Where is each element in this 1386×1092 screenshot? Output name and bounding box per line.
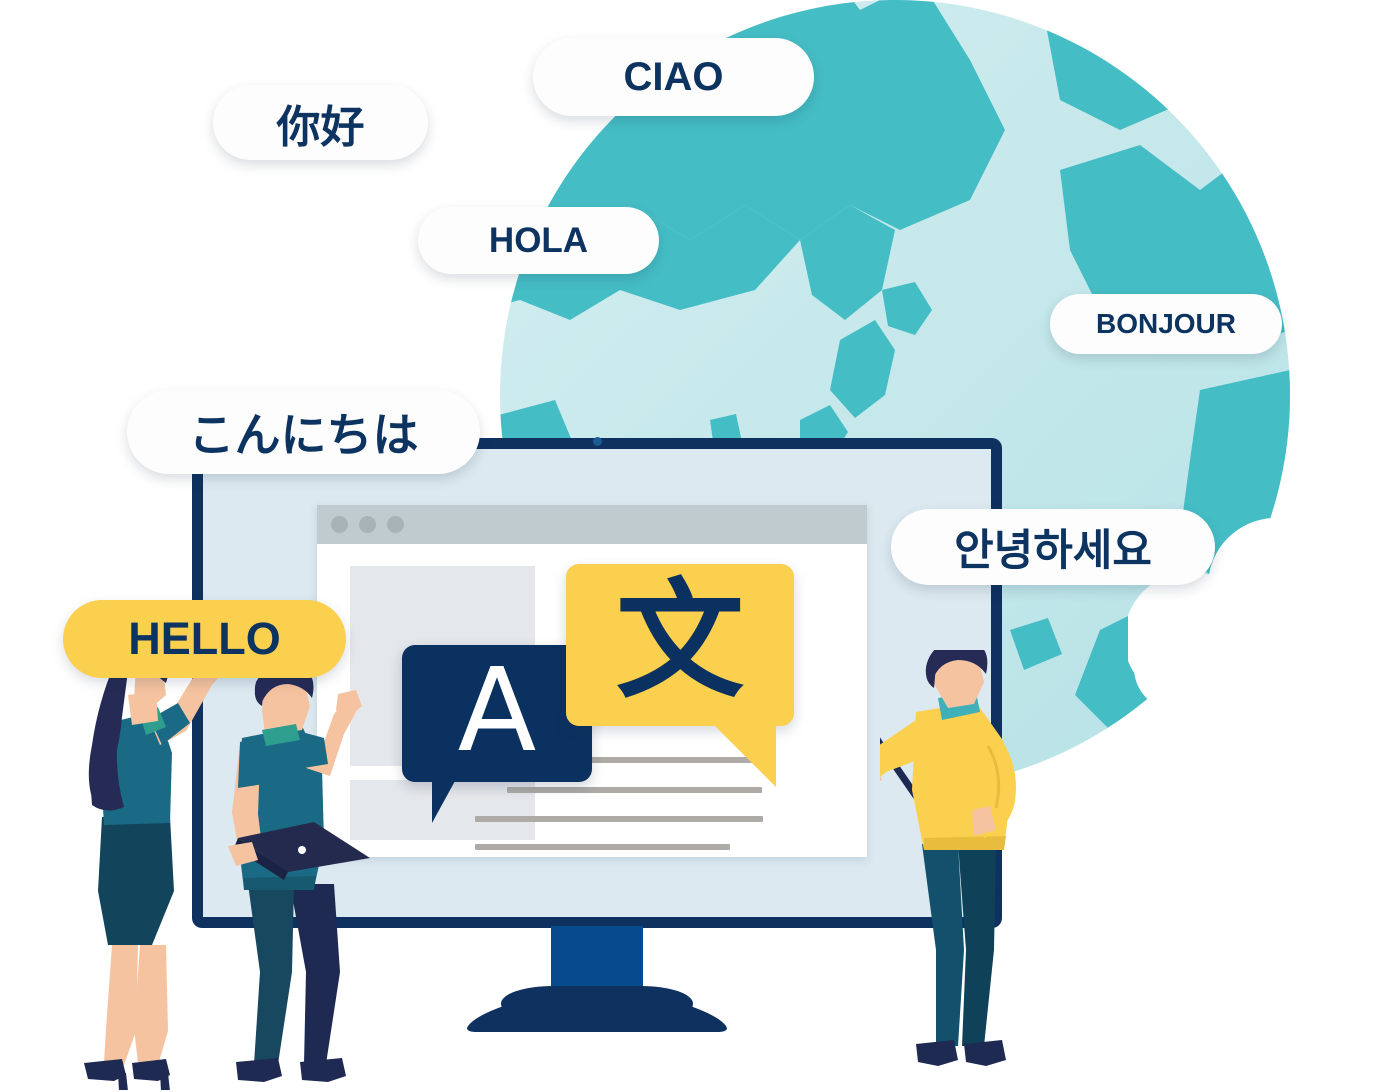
greeting-pill-annyeong[interactable]: 안녕하세요 <box>891 509 1215 585</box>
browser-titlebar <box>317 505 867 544</box>
monitor-stand-base <box>467 998 727 1032</box>
text-line <box>507 787 762 793</box>
greeting-pill-annyeong-label: 안녕하세요 <box>954 526 1152 576</box>
greeting-pill-nihao[interactable]: 你好 <box>213 85 428 160</box>
greeting-pill-hola[interactable]: HOLA <box>418 207 659 274</box>
speech-bubble-latin: A <box>402 645 592 823</box>
letter-a-glyph: A <box>457 644 537 778</box>
greeting-pill-ciao[interactable]: CIAO <box>533 38 814 116</box>
speech-bubble-cjk: 文 <box>566 564 794 787</box>
greeting-pill-nihao-label: 你好 <box>276 101 365 153</box>
illustration-canvas: A 文 CIAO 你好 HOLA BONJOUR こんにちは 안녕하세요 HEL… <box>0 0 1386 1090</box>
speech-bubble-cjk-box: 文 <box>566 564 794 726</box>
window-minimize-dot-icon[interactable] <box>359 516 376 533</box>
greeting-pill-hello-label: HELLO <box>128 613 281 664</box>
character-man-center-svg <box>228 672 370 1082</box>
speech-bubble-cjk-tail <box>714 725 776 787</box>
text-line <box>475 844 730 850</box>
text-line <box>475 816 763 822</box>
greeting-pill-bonjour[interactable]: BONJOUR <box>1050 294 1282 354</box>
character-man-center <box>218 672 398 1092</box>
greeting-pill-hello[interactable]: HELLO <box>63 600 346 678</box>
cloud-left <box>0 42 412 292</box>
speech-bubble-latin-tail <box>432 781 455 823</box>
character-wen-glyph: 文 <box>615 567 744 716</box>
character-man-right-svg <box>880 650 1016 1066</box>
greeting-pill-hola-label: HOLA <box>488 220 589 260</box>
character-man-right <box>880 650 1080 1090</box>
cloud-left-svg <box>0 44 364 290</box>
dotted-trail-left-svg <box>160 285 250 377</box>
window-maximize-dot-icon[interactable] <box>387 516 404 533</box>
dotted-trail-left <box>150 285 270 395</box>
window-close-dot-icon[interactable] <box>331 516 348 533</box>
monitor-camera-icon <box>593 437 602 446</box>
speech-bubble-latin-box: A <box>402 645 592 782</box>
greeting-pill-bonjour-label: BONJOUR <box>1095 308 1236 339</box>
greeting-pill-ciao-label: CIAO <box>623 54 724 99</box>
greeting-pill-konnichiwa-label: こんにちは <box>188 408 419 462</box>
greeting-pill-konnichiwa[interactable]: こんにちは <box>127 390 480 474</box>
